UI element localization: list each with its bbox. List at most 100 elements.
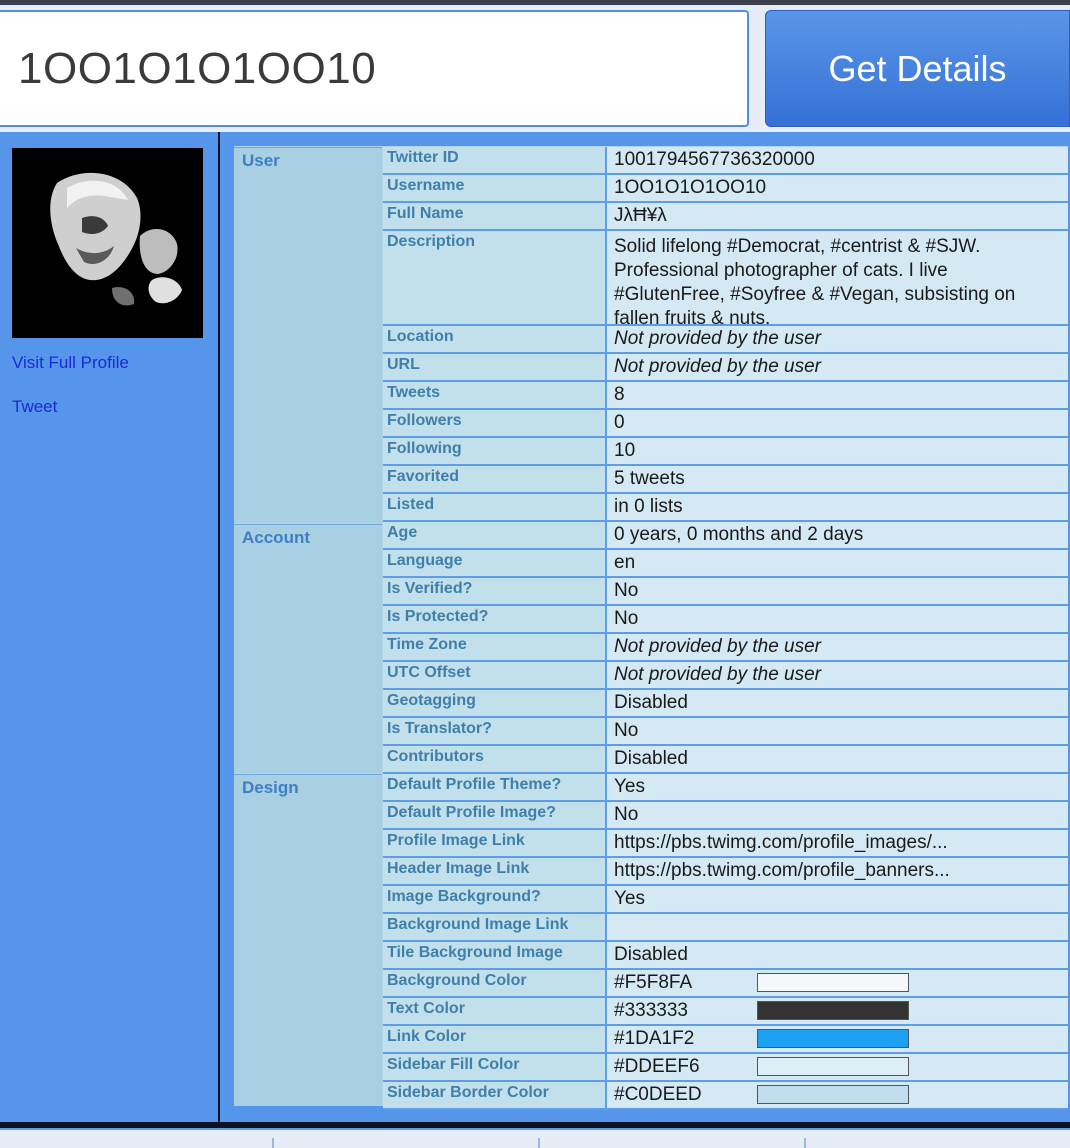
row-value-text: Yes — [614, 776, 645, 797]
row-value-text: Not provided by the user — [614, 636, 822, 657]
row-label: Geotagging — [383, 690, 607, 718]
get-details-button[interactable]: Get Details — [765, 10, 1070, 127]
row-value-text: Not provided by the user — [614, 356, 822, 377]
tab-divider — [538, 1138, 540, 1148]
visit-full-profile-link[interactable]: Visit Full Profile — [12, 353, 129, 373]
row-value-text: No — [614, 608, 639, 629]
top-edge — [0, 0, 1070, 5]
row-value-text: #F5F8FA — [614, 972, 693, 993]
row-label: Tile Background Image — [383, 942, 607, 970]
color-swatch — [757, 1029, 909, 1048]
row-value: Disabled — [607, 690, 1068, 718]
row-value-text: Solid lifelong #Democrat, #centrist & #S… — [614, 236, 1016, 326]
row-label: Header Image Link — [383, 858, 607, 886]
row-value: #C0DEED — [607, 1082, 1068, 1110]
row-value-text: Disabled — [614, 748, 688, 769]
bottom-tab-bar — [0, 1128, 1070, 1148]
row-value: Not provided by the user — [607, 662, 1068, 690]
row-value: https://pbs.twimg.com/profile_images/... — [607, 830, 1068, 858]
table-row: Age 0 years, 0 months and 2 days — [383, 522, 1068, 550]
row-value: Not provided by the user — [607, 354, 1068, 382]
row-label: Time Zone — [383, 634, 607, 662]
row-label: URL — [383, 354, 607, 382]
search-input-value: 1OO1O1O1OO10 — [18, 43, 377, 93]
row-label: Tweets — [383, 382, 607, 410]
row-value-text: https://pbs.twimg.com/profile_images/... — [614, 832, 948, 853]
row-label: Favorited — [383, 466, 607, 494]
tweet-link[interactable]: Tweet — [12, 397, 57, 417]
tab-divider — [272, 1138, 274, 1148]
color-swatch — [757, 1085, 909, 1104]
row-value: No — [607, 718, 1068, 746]
row-value-text: No — [614, 720, 639, 741]
row-label: Default Profile Theme? — [383, 774, 607, 802]
row-value: Yes — [607, 886, 1068, 914]
row-label: Background Color — [383, 970, 607, 998]
row-label: Profile Image Link — [383, 830, 607, 858]
table-row: Geotagging Disabled — [383, 690, 1068, 718]
row-value-text: en — [614, 552, 636, 573]
row-value-text: JλĦ¥λ — [614, 205, 667, 226]
username-search-input[interactable]: 1OO1O1O1OO10 — [0, 10, 749, 127]
row-label: Contributors — [383, 746, 607, 774]
tab-divider — [804, 1138, 806, 1148]
row-value: Yes — [607, 774, 1068, 802]
row-value-text: in 0 lists — [614, 496, 683, 517]
row-label: Link Color — [383, 1026, 607, 1054]
row-label: Text Color — [383, 998, 607, 1026]
row-value: 10 — [607, 438, 1068, 466]
row-value: 1OO1O1O1OO10 — [607, 175, 1068, 203]
table-row: Link Color #1DA1F2 — [383, 1026, 1068, 1054]
table-row: Text Color #333333 — [383, 998, 1068, 1026]
row-value-text: Not provided by the user — [614, 328, 822, 349]
row-value-text: Disabled — [614, 692, 688, 713]
table-row: Image Background? Yes — [383, 886, 1068, 914]
table-row: Background Image Link — [383, 914, 1068, 942]
color-swatch — [757, 1057, 909, 1076]
row-value-text: Not provided by the user — [614, 664, 822, 685]
row-value-text: Yes — [614, 888, 645, 909]
row-label: UTC Offset — [383, 662, 607, 690]
row-label: Location — [383, 326, 607, 354]
section-account: Account — [234, 524, 382, 773]
row-label: Following — [383, 438, 607, 466]
row-value: No — [607, 802, 1068, 830]
row-label: Full Name — [383, 203, 607, 231]
row-value: en — [607, 550, 1068, 578]
row-value-text: No — [614, 580, 639, 601]
row-value: #333333 — [607, 998, 1068, 1026]
row-label: Sidebar Fill Color — [383, 1054, 607, 1082]
row-value-text: 0 years, 0 months and 2 days — [614, 524, 864, 545]
table-row: Is Verified? No — [383, 578, 1068, 606]
table-row: Contributors Disabled — [383, 746, 1068, 774]
row-value: #F5F8FA — [607, 970, 1068, 998]
row-value: 8 — [607, 382, 1068, 410]
row-value: JλĦ¥λ — [607, 203, 1068, 231]
row-value-text: 8 — [614, 384, 625, 405]
row-value: #1DA1F2 — [607, 1026, 1068, 1054]
table-row: Language en — [383, 550, 1068, 578]
row-value: No — [607, 606, 1068, 634]
table-row: Default Profile Image? No — [383, 802, 1068, 830]
row-label: Description — [383, 231, 607, 326]
row-value-text: No — [614, 804, 639, 825]
row-value: Not provided by the user — [607, 634, 1068, 662]
table-row: Sidebar Fill Color #DDEEF6 — [383, 1054, 1068, 1082]
row-value — [607, 914, 1068, 942]
section-user: User — [234, 147, 382, 523]
row-value: Disabled — [607, 746, 1068, 774]
row-value: No — [607, 578, 1068, 606]
row-value: Disabled — [607, 942, 1068, 970]
row-label: Followers — [383, 410, 607, 438]
table-row: URL Not provided by the user — [383, 354, 1068, 382]
row-label: Image Background? — [383, 886, 607, 914]
table-row: Default Profile Theme? Yes — [383, 774, 1068, 802]
table-row: Sidebar Border Color #C0DEED — [383, 1082, 1068, 1110]
table-row: Description Solid lifelong #Democrat, #ce… — [383, 231, 1068, 326]
table-row: Is Translator? No — [383, 718, 1068, 746]
table-row: Twitter ID 1001794567736320000 — [383, 147, 1068, 175]
row-value: #DDEEF6 — [607, 1054, 1068, 1082]
table-row: Tweets 8 — [383, 382, 1068, 410]
row-label: Is Verified? — [383, 578, 607, 606]
row-label: Is Protected? — [383, 606, 607, 634]
